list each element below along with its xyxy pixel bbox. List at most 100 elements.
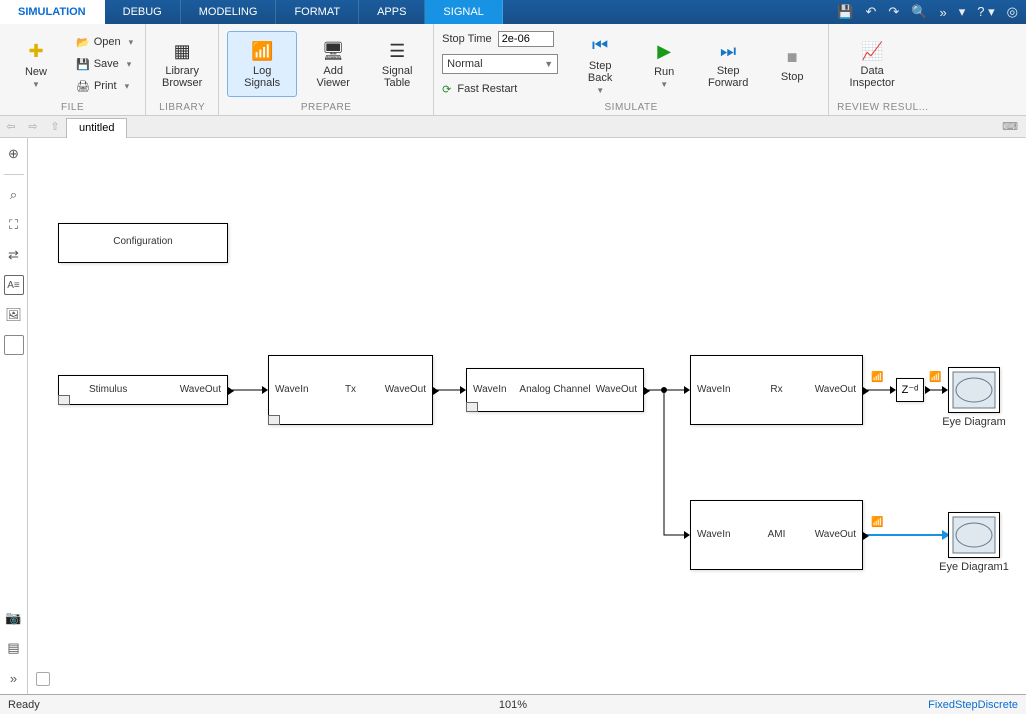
workspace: ⊕ ⌕ ⛶ ⇄ A≡ 🖼 📷 ▤ » [0, 138, 1026, 694]
help-icon[interactable]: ? ▾ [977, 4, 994, 20]
step-back-button[interactable]: ⏮ Step Back ▼ [572, 31, 628, 97]
canvas-palette: ⊕ ⌕ ⛶ ⇄ A≡ 🖼 📷 ▤ » [0, 138, 28, 694]
open-label: Open [94, 36, 121, 48]
fit-icon[interactable]: ⊕ [4, 144, 24, 164]
stop-button[interactable]: ■ Stop [764, 31, 820, 97]
zoom-icon[interactable]: ⌕ [4, 185, 24, 205]
sim-mode-value: Normal [447, 58, 482, 70]
image-icon[interactable]: 🖼 [4, 305, 24, 325]
annotate-icon[interactable]: A≡ [4, 275, 24, 295]
model-canvas[interactable]: Configuration Stimulus WaveOut WaveIn Tx… [28, 138, 1026, 694]
canvas-origin-icon[interactable] [36, 672, 50, 686]
nav-up[interactable]: ⇧ [44, 120, 66, 133]
folder-icon: 📂 [76, 36, 90, 49]
block-eye2[interactable] [948, 512, 1000, 558]
new-button[interactable]: ✚ New ▼ [8, 31, 64, 97]
data-inspector-label: Data Inspector [850, 65, 895, 89]
group-review: 📈 Data Inspector REVIEW RESUL... [829, 24, 936, 115]
add-viewer-label: Add Viewer [316, 65, 349, 89]
status-zoom[interactable]: 101% [499, 699, 527, 711]
keyboard-icon[interactable]: ⌨ [1002, 120, 1026, 133]
wires [28, 138, 1026, 694]
nav-back[interactable]: ⇦ [0, 120, 22, 133]
step-fwd-icon: ⏭ [716, 39, 740, 63]
run-label: Run [654, 66, 674, 78]
open-button[interactable]: 📂Open▾ [72, 32, 137, 52]
block-delay[interactable]: Z⁻ᵈ [896, 378, 924, 402]
group-file: ✚ New ▼ 📂Open▾ 💾Save▾ 🖨Print▾ FILE [0, 24, 146, 115]
layers-icon[interactable]: ▤ [4, 638, 24, 658]
fast-restart-label[interactable]: Fast Restart [457, 83, 517, 95]
stop-time-label: Stop Time [442, 33, 492, 45]
block-configuration-label: Configuration [59, 236, 227, 247]
tab-modeling[interactable]: MODELING [181, 0, 277, 24]
save-icon[interactable]: 💾 [837, 4, 853, 20]
add-viewer-button[interactable]: 🖥 Add Viewer [305, 31, 361, 97]
print-label: Print [94, 80, 117, 92]
badge-icon [466, 402, 478, 412]
new-icon: ✚ [24, 40, 48, 64]
step-forward-button[interactable]: ⏭ Step Forward [700, 31, 756, 97]
ribbon: ✚ New ▼ 📂Open▾ 💾Save▾ 🖨Print▾ FILE ▦ Lib… [0, 24, 1026, 116]
stop-time-input[interactable] [498, 31, 554, 47]
quick-access-toolbar: 💾 ↶ ↷ 🔍 » ▾ ? ▾ ◎ [829, 0, 1026, 24]
log-signals-label: Log Signals [244, 65, 280, 89]
tab-signal[interactable]: SIGNAL [425, 0, 502, 24]
eye-icon [949, 513, 999, 557]
stop-icon: ■ [780, 45, 804, 69]
wifi-icon: 📶 [250, 39, 274, 63]
run-button[interactable]: ▶ Run ▼ [636, 31, 692, 97]
save-button[interactable]: 💾Save▾ [72, 54, 137, 74]
library-label: Library Browser [162, 65, 202, 89]
tab-format[interactable]: FORMAT [276, 0, 359, 24]
block-eye1[interactable] [948, 367, 1000, 413]
ami-out: WaveOut [815, 529, 856, 540]
expand-icon[interactable]: » [4, 668, 24, 688]
print-button[interactable]: 🖨Print▾ [72, 76, 137, 96]
block-configuration[interactable]: Configuration [58, 223, 228, 263]
step-back-label: Step Back [588, 60, 612, 84]
eye1-label: Eye Diagram [928, 416, 1020, 428]
printer-icon: 🖨 [76, 80, 90, 93]
block-rx[interactable]: WaveIn Rx WaveOut [690, 355, 863, 425]
more-icon[interactable]: » [940, 5, 947, 20]
block-ami[interactable]: WaveIn AMI WaveOut [690, 500, 863, 570]
tab-apps[interactable]: APPS [359, 0, 425, 24]
group-review-label: REVIEW RESUL... [837, 100, 928, 115]
sim-mode-select[interactable]: Normal▼ [442, 54, 558, 74]
fast-restart-icon: ⟳ [442, 83, 451, 96]
block-stimulus[interactable]: Stimulus WaveOut [58, 375, 228, 405]
stop-label: Stop [781, 71, 804, 83]
chevron-down-icon[interactable]: ▾ [959, 4, 966, 20]
status-ready: Ready [8, 699, 40, 711]
rx-out: WaveOut [815, 384, 856, 395]
search-icon[interactable]: 🔍 [911, 4, 927, 20]
signal-table-button[interactable]: ☰ Signal Table [369, 31, 425, 97]
fit-screen-icon[interactable]: ⛶ [4, 215, 24, 235]
model-tab[interactable]: untitled [66, 118, 127, 138]
tab-debug[interactable]: DEBUG [105, 0, 181, 24]
group-simulate: Stop Time Normal▼ ⟳ Fast Restart ⏮ Step … [434, 24, 829, 115]
undo-icon[interactable]: ↶ [866, 4, 877, 20]
nav-fwd[interactable]: ⇨ [22, 120, 44, 133]
play-icon: ▶ [652, 40, 676, 64]
block-tx[interactable]: WaveIn Tx WaveOut [268, 355, 433, 425]
badge-icon [268, 415, 280, 425]
log-signals-button[interactable]: 📶 Log Signals [227, 31, 297, 97]
step-fwd-label: Step Forward [708, 65, 748, 89]
table-icon: ☰ [385, 39, 409, 63]
target-icon[interactable]: ◎ [1007, 4, 1018, 20]
swap-icon[interactable]: ⇄ [4, 245, 24, 265]
new-label: New [25, 66, 47, 78]
badge-icon [58, 395, 70, 405]
status-solver[interactable]: FixedStepDiscrete [928, 699, 1018, 711]
block-channel[interactable]: WaveIn Analog Channel WaveOut [466, 368, 644, 412]
inspector-icon: 📈 [860, 39, 884, 63]
area-icon[interactable] [4, 335, 24, 355]
library-browser-button[interactable]: ▦ Library Browser [154, 31, 210, 97]
redo-icon[interactable]: ↷ [888, 4, 899, 20]
data-inspector-button[interactable]: 📈 Data Inspector [837, 31, 907, 97]
camera-icon[interactable]: 📷 [4, 608, 24, 628]
tab-simulation[interactable]: SIMULATION [0, 0, 105, 24]
log-badge-icon: 📶 [929, 372, 941, 383]
